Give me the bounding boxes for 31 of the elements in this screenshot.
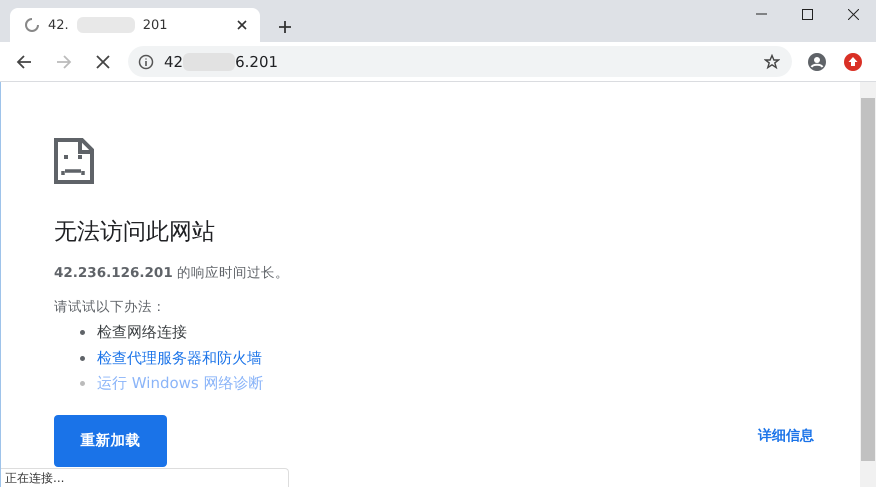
stop-button[interactable]: [94, 52, 112, 70]
tab-title: 42.: [48, 18, 69, 32]
scrollbar[interactable]: [860, 82, 876, 487]
profile-button[interactable]: [806, 50, 828, 72]
details-button[interactable]: 详细信息: [752, 426, 820, 446]
address-bar[interactable]: 42 6.201: [128, 46, 792, 77]
suggestion-text: 检查网络连接: [97, 323, 187, 342]
status-bubble: 正在连接...: [1, 468, 289, 487]
close-icon: [236, 19, 248, 31]
new-tab-button[interactable]: [276, 18, 294, 36]
error-message: 42.236.126.201 的响应时间过长。: [54, 264, 290, 282]
error-heading: 无法访问此网站: [54, 218, 215, 247]
forward-arrow-icon: [56, 54, 72, 70]
maximize-icon: [802, 8, 812, 20]
sad-page-icon: [54, 138, 94, 184]
plus-icon: [278, 20, 292, 34]
url-text: 42: [164, 52, 184, 70]
back-arrow-icon: [16, 54, 32, 70]
close-icon: [96, 54, 110, 68]
tab-title: 201: [142, 18, 168, 32]
extension-button[interactable]: [842, 50, 864, 72]
info-icon: [138, 54, 154, 70]
close-icon: [848, 8, 858, 20]
browser-tab[interactable]: 42. 201: [10, 8, 260, 42]
reload-button[interactable]: 重新加载: [54, 414, 167, 466]
bookmark-button[interactable]: [762, 52, 782, 72]
suggestion-intro: 请试试以下办法：: [54, 298, 166, 316]
account-icon: [808, 52, 826, 70]
star-icon: [764, 54, 780, 70]
url-text: 6.201: [235, 52, 278, 70]
suggestion-link[interactable]: 检查代理服务器和防火墙: [97, 348, 262, 368]
